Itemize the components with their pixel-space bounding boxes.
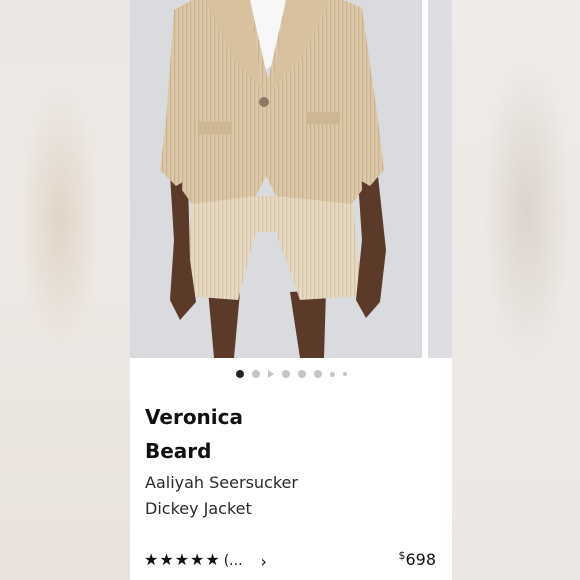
background-blur-right [452,0,580,580]
star-icon: ★ [144,552,159,569]
next-product-image-peek[interactable] [428,0,452,358]
carousel-dot[interactable] [281,370,290,378]
product-image-carousel[interactable] [130,0,452,358]
price-amount: 698 [405,550,436,569]
carousel-dot[interactable] [313,370,322,378]
product-image[interactable] [130,0,422,358]
star-icon: ★ [159,552,174,569]
carousel-dot[interactable] [251,370,260,378]
product-card[interactable]: Veronica Beard Aaliyah Seersucker Dickey… [130,0,452,580]
star-rating: ★ ★ ★ ★ ★ [144,552,220,570]
background-blur-left [0,0,130,580]
chevron-right-icon[interactable]: › [261,552,267,571]
star-icon: ★ [174,552,190,569]
carousel-dot[interactable] [329,371,335,377]
product-name[interactable]: Aaliyah Seersucker Dickey Jacket [145,470,315,521]
carousel-dot[interactable] [297,370,306,378]
product-price: $698 [398,549,436,569]
star-icon: ★ [190,552,205,569]
video-play-icon[interactable] [267,370,274,378]
product-brand[interactable]: Veronica Beard [145,400,295,468]
review-count[interactable]: (... [224,553,243,569]
carousel-dots [130,368,452,380]
currency-symbol: $ [398,549,406,562]
carousel-dot[interactable] [342,372,347,376]
rating-row[interactable]: ★ ★ ★ ★ ★ (... › [144,551,267,571]
model-wearing-jacket-image [160,0,386,358]
star-icon: ★ [205,552,220,569]
carousel-dot-active[interactable] [235,370,244,378]
